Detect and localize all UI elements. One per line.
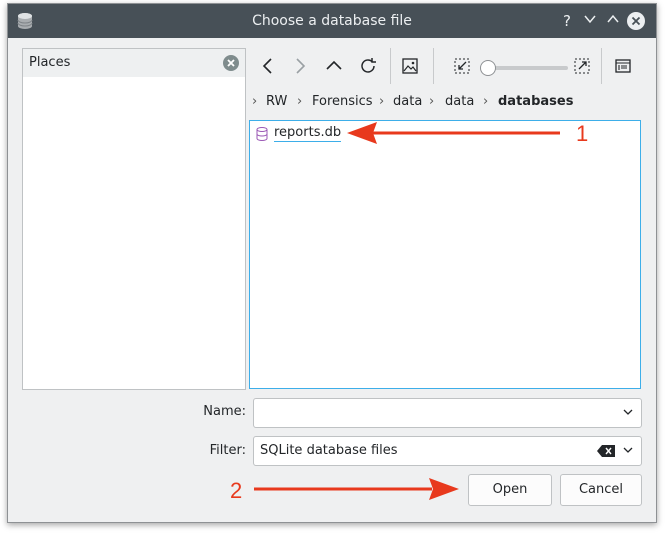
open-button[interactable]: Open bbox=[468, 474, 552, 506]
database-file-icon bbox=[256, 127, 268, 141]
places-header: Places bbox=[23, 49, 245, 77]
filter-label: Filter: bbox=[209, 443, 246, 458]
close-icon bbox=[631, 16, 641, 26]
reload-button[interactable] bbox=[354, 52, 382, 80]
breadcrumb-item-data[interactable]: data bbox=[393, 94, 422, 109]
zoom-slider-track[interactable] bbox=[488, 66, 568, 70]
forward-button[interactable] bbox=[286, 52, 314, 80]
maximize-button[interactable] bbox=[603, 11, 623, 31]
annotation-label-1: 1 bbox=[576, 121, 589, 146]
panel-options-icon bbox=[615, 59, 631, 73]
filter-value: SQLite database files bbox=[260, 443, 398, 458]
filter-combobox[interactable]: SQLite database files bbox=[253, 436, 642, 466]
breadcrumb-item-databases[interactable]: databases bbox=[498, 94, 573, 109]
zoom-in-icon bbox=[574, 58, 590, 74]
close-icon bbox=[227, 59, 235, 67]
close-button[interactable] bbox=[627, 12, 645, 30]
back-button[interactable] bbox=[254, 52, 282, 80]
breadcrumb-item-rw[interactable]: RW bbox=[266, 94, 287, 109]
breadcrumb-separator: › bbox=[483, 94, 489, 109]
breadcrumb-item-data-2[interactable]: data bbox=[445, 94, 474, 109]
chevron-up-icon bbox=[607, 14, 619, 23]
file-name: reports.db bbox=[274, 125, 342, 142]
zoom-slider-handle[interactable] bbox=[480, 60, 496, 76]
toolbar-separator bbox=[390, 48, 391, 84]
chevron-left-icon bbox=[262, 58, 272, 74]
zoom-in-button[interactable] bbox=[568, 52, 596, 80]
breadcrumb-item-forensics[interactable]: Forensics bbox=[312, 94, 373, 109]
toolbar-separator bbox=[601, 48, 602, 84]
breadcrumb-separator: › bbox=[379, 94, 385, 109]
breadcrumb-separator: › bbox=[297, 94, 303, 109]
image-preview-icon bbox=[402, 58, 418, 74]
title-bar: Choose a database file ? bbox=[8, 4, 656, 38]
annotation-arrow-2 bbox=[254, 478, 459, 500]
help-button[interactable]: ? bbox=[557, 11, 577, 31]
preview-button[interactable] bbox=[396, 52, 424, 80]
cancel-button[interactable]: Cancel bbox=[560, 474, 642, 506]
name-combobox[interactable] bbox=[253, 398, 642, 428]
file-dialog-window: Choose a database file ? Places › RW › F… bbox=[7, 3, 657, 523]
minimize-button[interactable] bbox=[580, 11, 600, 31]
annotation-label-2: 2 bbox=[230, 478, 243, 503]
zoom-out-icon bbox=[454, 58, 470, 74]
chevron-down-icon[interactable] bbox=[623, 445, 633, 455]
zoom-out-button[interactable] bbox=[448, 52, 476, 80]
chevron-down-icon[interactable] bbox=[623, 407, 633, 417]
chevron-right-icon bbox=[296, 58, 306, 74]
places-close-button[interactable] bbox=[223, 55, 239, 71]
chevron-down-icon bbox=[584, 15, 596, 24]
clear-text-icon[interactable] bbox=[597, 445, 615, 457]
toolbar-separator bbox=[433, 48, 434, 84]
annotation-arrow-1 bbox=[347, 122, 560, 144]
places-panel: Places bbox=[22, 48, 246, 390]
chevron-up-icon bbox=[326, 60, 342, 70]
options-button[interactable] bbox=[609, 52, 637, 80]
parent-folder-button[interactable] bbox=[320, 52, 348, 80]
name-label: Name: bbox=[203, 404, 246, 419]
breadcrumb-separator: › bbox=[252, 94, 258, 109]
breadcrumb-separator: › bbox=[429, 94, 435, 109]
refresh-icon bbox=[361, 58, 376, 73]
file-list-view[interactable]: reports.db bbox=[249, 120, 641, 389]
